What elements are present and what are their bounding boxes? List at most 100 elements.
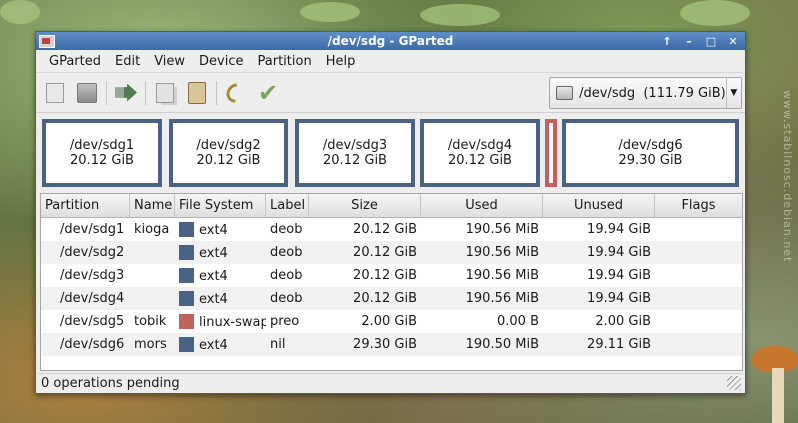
- title-bar[interactable]: /dev/sdg - GParted ↑ – □ ✕: [36, 32, 745, 50]
- cell-file-system: ext4: [175, 336, 266, 353]
- cell-used: 190.56 MiB: [465, 222, 539, 237]
- cell-partition: /dev/sdg5: [60, 314, 125, 329]
- cell-size: 2.00 GiB: [361, 314, 417, 329]
- diskmap-partition-size: 29.30 GiB: [618, 153, 683, 168]
- cell-name: mors: [134, 337, 167, 352]
- new-icon: [46, 82, 64, 103]
- column-header-unused[interactable]: Unused: [543, 194, 655, 217]
- column-header-file-system[interactable]: File System: [175, 194, 266, 217]
- table-row[interactable]: /dev/sdg5 tobik linux-swap preo 2.00 GiB…: [41, 310, 742, 333]
- column-header-used[interactable]: Used: [421, 194, 543, 217]
- table-body: /dev/sdg1 kioga ext4 deob 20.12 GiB 190.…: [41, 218, 742, 356]
- partition-table: Partition Name File System Label Size Us…: [40, 193, 743, 371]
- window-title: /dev/sdg - GParted: [327, 34, 454, 48]
- column-header-size[interactable]: Size: [309, 194, 421, 217]
- cell-unused: 19.94 GiB: [587, 245, 651, 260]
- diskmap-partition-sdg6[interactable]: /dev/sdg6 29.30 GiB: [562, 119, 739, 187]
- diskmap-partition-sdg5[interactable]: [545, 119, 557, 187]
- table-row[interactable]: /dev/sdg6 mors ext4 nil 29.30 GiB 190.50…: [41, 333, 742, 356]
- cell-fs-text: linux-swap: [199, 314, 266, 330]
- cell-label: deob: [270, 222, 303, 237]
- cell-label: deob: [270, 291, 303, 306]
- cell-name: tobik: [134, 314, 167, 329]
- undo-icon: [222, 79, 250, 106]
- copy-button[interactable]: [152, 80, 178, 106]
- device-selector[interactable]: /dev/sdg (111.79 GiB) ▼: [549, 77, 742, 109]
- diskmap-partition-size: 20.12 GiB: [196, 153, 261, 168]
- resize-grip-icon[interactable]: [727, 376, 741, 390]
- background-mushroom-stem: [772, 368, 784, 423]
- fs-color-swatch: [179, 244, 194, 260]
- table-row[interactable]: /dev/sdg4 ext4 deob 20.12 GiB 190.56 MiB…: [41, 287, 742, 310]
- apply-icon: ✔: [257, 78, 279, 107]
- cell-unused: 19.94 GiB: [587, 291, 651, 306]
- menu-device[interactable]: Device: [192, 54, 250, 69]
- diskmap-partition-name: /dev/sdg4: [447, 138, 513, 153]
- cell-file-system: ext4: [175, 290, 266, 307]
- window-controls: ↑ – □ ✕: [657, 34, 743, 49]
- delete-partition-button[interactable]: [74, 80, 100, 106]
- hard-disk-icon: [556, 86, 574, 100]
- undo-button[interactable]: [222, 79, 250, 106]
- toolbar-separator: [216, 80, 217, 105]
- cell-partition: /dev/sdg1: [60, 222, 125, 237]
- shade-up-icon[interactable]: ↑: [657, 34, 677, 49]
- diskmap-partition-name: /dev/sdg3: [322, 138, 388, 153]
- diskmap-partition-sdg1[interactable]: /dev/sdg1 20.12 GiB: [42, 119, 162, 187]
- cell-label: deob: [270, 268, 303, 283]
- cell-partition: /dev/sdg6: [60, 337, 125, 352]
- cell-partition: /dev/sdg4: [60, 291, 125, 306]
- column-header-flags[interactable]: Flags: [655, 194, 742, 217]
- status-bar: 0 operations pending: [38, 373, 743, 392]
- cell-size: 20.12 GiB: [353, 245, 417, 260]
- column-header-partition[interactable]: Partition: [41, 194, 130, 217]
- column-header-name[interactable]: Name: [130, 194, 175, 217]
- diskmap-partition-sdg4[interactable]: /dev/sdg4 20.12 GiB: [420, 119, 540, 187]
- new-partition-button[interactable]: [42, 80, 68, 106]
- fs-color-swatch: [179, 336, 194, 352]
- cell-name: kioga: [134, 222, 170, 237]
- resize-move-button[interactable]: [113, 80, 139, 106]
- table-row[interactable]: /dev/sdg3 ext4 deob 20.12 GiB 190.56 MiB…: [41, 264, 742, 287]
- cell-fs-text: ext4: [199, 245, 228, 261]
- delete-icon: [77, 82, 97, 103]
- cell-unused: 19.94 GiB: [587, 222, 651, 237]
- device-label: /dev/sdg (111.79 GiB): [579, 85, 726, 101]
- diskmap-partition-sdg3[interactable]: /dev/sdg3 20.12 GiB: [295, 119, 415, 187]
- cell-size: 20.12 GiB: [353, 291, 417, 306]
- toolbar-separator: [145, 80, 146, 105]
- fs-color-swatch: [179, 267, 194, 283]
- cell-label: preo: [270, 314, 300, 329]
- cell-label: nil: [270, 337, 286, 352]
- cell-fs-text: ext4: [199, 222, 228, 238]
- copy-icon: [156, 82, 174, 103]
- disk-map: /dev/sdg1 20.12 GiB /dev/sdg2 20.12 GiB …: [36, 116, 745, 192]
- menu-gparted[interactable]: GParted: [42, 54, 108, 69]
- fs-color-swatch: [179, 290, 194, 306]
- cell-used: 190.50 MiB: [465, 337, 539, 352]
- paste-button[interactable]: [184, 80, 210, 106]
- column-header-label[interactable]: Label: [266, 194, 309, 217]
- app-icon[interactable]: [39, 34, 55, 48]
- status-text: 0 operations pending: [41, 376, 180, 391]
- diskmap-partition-sdg2[interactable]: /dev/sdg2 20.12 GiB: [169, 119, 288, 187]
- cell-size: 20.12 GiB: [353, 268, 417, 283]
- menu-view[interactable]: View: [147, 54, 192, 69]
- background-leaf: [0, 0, 40, 24]
- close-icon[interactable]: ✕: [723, 34, 743, 49]
- table-header: Partition Name File System Label Size Us…: [41, 194, 742, 218]
- minimize-icon[interactable]: –: [679, 34, 699, 49]
- paste-icon: [188, 81, 206, 104]
- diskmap-partition-size: 20.12 GiB: [448, 153, 512, 168]
- menu-partition[interactable]: Partition: [251, 54, 319, 69]
- maximize-icon[interactable]: □: [701, 34, 721, 49]
- background-leaf: [680, 0, 750, 26]
- cell-size: 20.12 GiB: [353, 222, 417, 237]
- menu-help[interactable]: Help: [319, 54, 363, 69]
- cell-fs-text: ext4: [199, 291, 228, 307]
- apply-button[interactable]: ✔: [255, 80, 281, 106]
- table-row[interactable]: /dev/sdg2 ext4 deob 20.12 GiB 190.56 MiB…: [41, 241, 742, 264]
- table-row[interactable]: /dev/sdg1 kioga ext4 deob 20.12 GiB 190.…: [41, 218, 742, 241]
- diskmap-partition-size: 20.12 GiB: [70, 153, 134, 168]
- menu-edit[interactable]: Edit: [108, 54, 147, 69]
